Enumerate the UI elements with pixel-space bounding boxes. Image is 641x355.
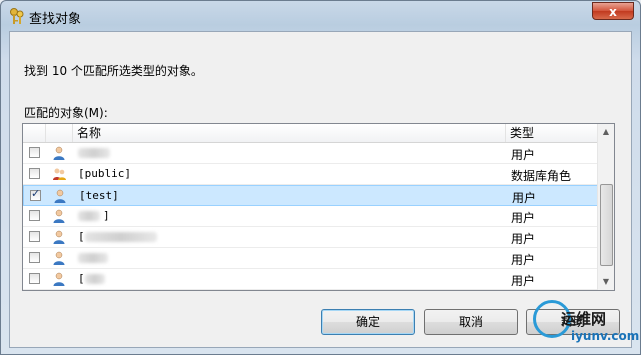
scroll-up-icon[interactable]: ▲ xyxy=(598,124,614,140)
title-bar: 查找对象 x xyxy=(1,1,640,31)
row-name: [ xyxy=(78,272,85,285)
redacted-name xyxy=(85,232,157,242)
row-type: 用户 xyxy=(511,148,536,162)
row-type: 用户 xyxy=(512,191,537,205)
matching-objects-list[interactable]: 名称 类型 用户[public]数据库角色[test]用户]用户[用户用户[用户… xyxy=(22,123,615,291)
redacted-name xyxy=(78,211,100,221)
icon-column-header[interactable] xyxy=(46,124,73,142)
table-row[interactable]: [public] 数据库角色 xyxy=(23,164,600,185)
list-header: 名称 类型 xyxy=(23,124,600,143)
cancel-button[interactable]: 取消 xyxy=(424,309,518,335)
row-name: [public] xyxy=(78,167,131,180)
row-type: 用户 xyxy=(511,253,536,267)
redacted-name xyxy=(78,148,110,158)
vertical-scrollbar[interactable]: ▲ ▼ xyxy=(597,124,614,290)
row-name: ] xyxy=(103,209,110,222)
keys-icon xyxy=(10,8,24,24)
ok-button[interactable]: 确定 xyxy=(321,309,415,335)
scroll-down-icon[interactable]: ▼ xyxy=(598,274,614,290)
type-column-header[interactable]: 类型 xyxy=(506,124,600,142)
row-type: 数据库角色 xyxy=(511,169,572,183)
window-title: 查找对象 xyxy=(29,12,82,27)
row-type: 用户 xyxy=(511,274,536,288)
table-row[interactable]: [test] 用户 xyxy=(23,185,600,206)
user-icon xyxy=(53,146,65,160)
row-checkbox[interactable] xyxy=(29,210,40,221)
table-row[interactable]: 用户 xyxy=(23,248,600,269)
row-name: [ xyxy=(78,230,85,243)
matching-objects-label: 匹配的对象(M): xyxy=(24,106,108,120)
user-icon xyxy=(53,272,65,286)
row-type: 用户 xyxy=(511,211,536,225)
row-name: [test] xyxy=(79,189,119,202)
user-icon xyxy=(53,251,65,265)
table-row[interactable]: ] 用户 xyxy=(23,206,600,227)
table-row[interactable]: [ 用户 xyxy=(23,227,600,248)
watermark-line2: iyunv.com xyxy=(571,329,640,343)
watermark-line1: 运维网 xyxy=(561,310,607,328)
table-row[interactable]: [ 用户 xyxy=(23,269,600,290)
row-checkbox[interactable] xyxy=(29,147,40,158)
table-row[interactable]: 用户 xyxy=(23,143,600,164)
find-objects-dialog: 查找对象 x 找到 10 个匹配所选类型的对象。 匹配的对象(M): 名称 类型… xyxy=(0,0,641,355)
close-button[interactable]: x xyxy=(592,2,634,20)
row-checkbox[interactable] xyxy=(29,273,40,284)
watermark-logo: 运维网 iyunv.com xyxy=(531,298,639,350)
row-checkbox[interactable] xyxy=(29,252,40,263)
checkbox-column-header[interactable] xyxy=(23,124,46,142)
name-column-header[interactable]: 名称 xyxy=(73,124,506,142)
row-checkbox[interactable] xyxy=(30,187,41,201)
row-type: 用户 xyxy=(511,232,536,246)
row-checkbox[interactable] xyxy=(29,231,40,242)
user-icon xyxy=(53,209,65,223)
row-checkbox[interactable] xyxy=(29,168,40,179)
redacted-name xyxy=(85,274,105,284)
redacted-name xyxy=(78,253,108,263)
scroll-thumb[interactable] xyxy=(600,184,613,266)
role-icon xyxy=(53,168,66,180)
user-icon xyxy=(54,189,66,203)
found-count-text: 找到 10 个匹配所选类型的对象。 xyxy=(24,64,203,78)
user-icon xyxy=(53,230,65,244)
